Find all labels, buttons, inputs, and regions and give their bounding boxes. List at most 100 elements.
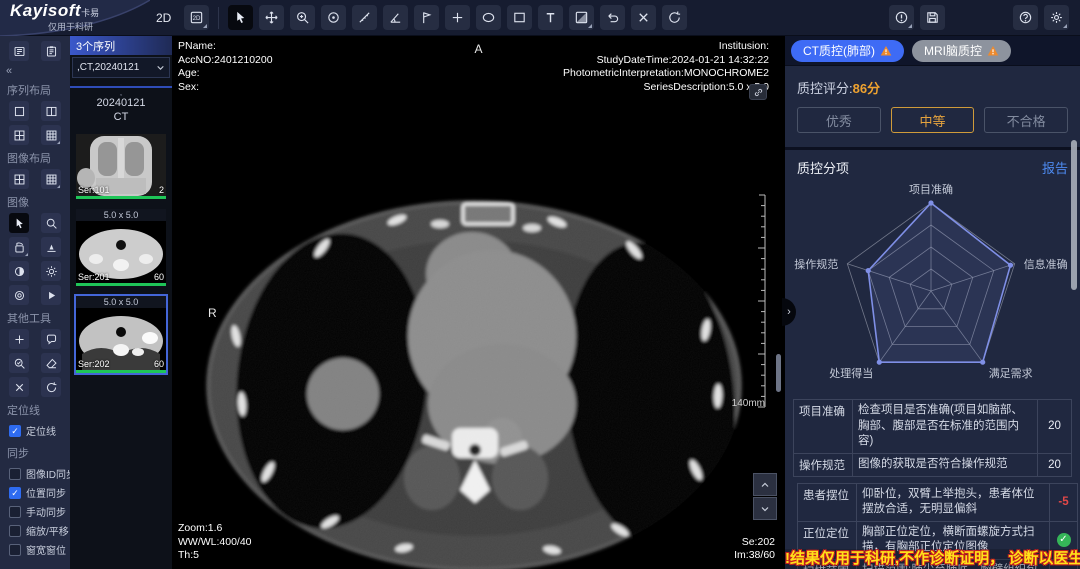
image-layout-2x2[interactable] <box>9 169 29 189</box>
zoom-tool[interactable] <box>290 5 315 30</box>
image-layout-grid[interactable] <box>41 169 61 189</box>
sidebar-top-tools <box>0 36 70 63</box>
grade-button-不合格[interactable]: 不合格 <box>984 107 1068 133</box>
stack-scroll-buttons <box>753 473 777 520</box>
image-flip-tool[interactable] <box>41 237 61 257</box>
radar-axis-label: 信息准确 <box>1024 257 1068 271</box>
undo-icon <box>605 10 620 25</box>
section-tools-0 <box>0 101 70 145</box>
panel-icon <box>13 45 26 58</box>
study-selector[interactable]: ,CT,20240121 <box>72 57 170 78</box>
image-target-tool[interactable] <box>9 285 29 305</box>
checkbox-label: 定位线 <box>26 423 56 438</box>
overlay-line: SeriesDescription:5.0 x 5.0 <box>563 81 769 95</box>
save-tool[interactable] <box>920 5 945 30</box>
rect-tool[interactable] <box>507 5 532 30</box>
thumbnail-series-number: Ser:202 <box>78 359 110 369</box>
angle-tool[interactable] <box>383 5 408 30</box>
flag-tool[interactable] <box>414 5 439 30</box>
subcriteria-desc: 仰卧位，双臂上举抱头，患者体位摆放合适，无明显偏斜 <box>856 484 1049 521</box>
section-tools-2 <box>0 213 70 305</box>
report-toggle[interactable] <box>41 41 61 61</box>
scroll-down-button[interactable] <box>753 497 777 520</box>
series-layout-grid[interactable] <box>41 125 61 145</box>
close-icon <box>636 10 651 25</box>
ruler-tool[interactable] <box>352 5 377 30</box>
eraser-tool[interactable] <box>41 353 61 373</box>
image-cursor-tool[interactable] <box>9 213 29 233</box>
image-cine-play-tool[interactable] <box>41 285 61 305</box>
image-invert-tool[interactable] <box>9 261 29 281</box>
image-rotate-tool[interactable] <box>9 237 29 257</box>
series-thumbnail-Ser-101[interactable]: Ser:1012 <box>74 132 168 201</box>
image-viewport[interactable]: PName:AccNO:2401210200Age:Sex: Institusi… <box>172 36 785 569</box>
cursor-tool[interactable] <box>228 5 253 30</box>
checkbox-位置同步[interactable]: ✓位置同步 <box>0 483 70 502</box>
image-brightness-tool[interactable] <box>41 261 61 281</box>
check-circle-icon: ✓ <box>1057 533 1071 547</box>
box2d-icon: 2D <box>189 10 204 25</box>
qc-scrollbar-thumb[interactable] <box>1071 140 1077 290</box>
ellipse-tool[interactable] <box>476 5 501 30</box>
grade-button-优秀[interactable]: 优秀 <box>797 107 881 133</box>
layout4-icon <box>13 173 26 186</box>
qc-tab-CT质控(肺部)[interactable]: CT质控(肺部) <box>791 40 904 62</box>
series-thumbnail-Ser-201[interactable]: 5.0 x 5.0Ser:20160 <box>74 207 168 288</box>
scroll-up-button[interactable] <box>753 473 777 496</box>
undo-tool[interactable] <box>600 5 625 30</box>
overlay-line: PName: <box>178 40 273 54</box>
save-icon <box>925 10 940 25</box>
ct-axial-image[interactable] <box>172 36 785 569</box>
comment-tool[interactable] <box>41 329 61 349</box>
orientation-marker-anterior: A <box>474 42 482 56</box>
series-layout-2col[interactable] <box>41 101 61 121</box>
radar-axis-label: 满足需求 <box>989 367 1033 380</box>
point-tool[interactable] <box>9 329 29 349</box>
qc-grade-buttons: 优秀中等不合格 <box>785 105 1080 147</box>
ai-search-tool[interactable] <box>9 353 29 373</box>
reset-tool[interactable] <box>662 5 687 30</box>
series-layout-1[interactable] <box>9 101 29 121</box>
image-magnify-tool[interactable] <box>41 213 61 233</box>
stack-scrollbar-thumb[interactable] <box>776 354 781 392</box>
toolbar-tools: 2D <box>181 5 690 30</box>
report-link[interactable]: 报告 <box>1042 158 1068 177</box>
series-thumbnail-Ser-202[interactable]: 5.0 x 5.0Ser:20260 <box>74 294 168 375</box>
checkbox-手动同步[interactable]: ✓手动同步 <box>0 502 70 521</box>
checkbox-图像ID同步[interactable]: ✓图像ID同步 <box>0 464 70 483</box>
delete-tool[interactable] <box>631 5 656 30</box>
window-level-tool[interactable] <box>569 5 594 30</box>
criteria-desc: 检查项目是否准确(项目如脑部、胸部、腹部是否在标准的范围内容) <box>852 400 1037 453</box>
info-tool[interactable] <box>889 5 914 30</box>
qc-criteria-table: 项目准确检查项目是否准确(项目如脑部、胸部、腹部是否在标准的范围内容)20操作规… <box>793 399 1072 477</box>
settings-button[interactable] <box>1044 5 1069 30</box>
help-button[interactable] <box>1013 5 1038 30</box>
overlay-line: PhotometricInterpretation:MONOCHROME2 <box>563 67 769 81</box>
text-tool[interactable] <box>538 5 563 30</box>
qc-tab-MRI脑质控[interactable]: MRI脑质控 <box>912 40 1011 62</box>
series-layout-2x2[interactable] <box>9 125 29 145</box>
thumbnail-loaded-bar <box>76 283 166 286</box>
target-tool[interactable] <box>321 5 346 30</box>
toolbar-right-tools <box>886 5 1080 30</box>
checkbox-label: 位置同步 <box>26 485 66 500</box>
top-toolbar: Kayisoft卡易 仅用于科研 2D 2D <box>0 0 1080 36</box>
layout9-icon <box>45 173 58 186</box>
brand-subtitle: 仅用于科研 <box>48 20 93 33</box>
checkbox-缩放/平移[interactable]: ✓缩放/平移 <box>0 521 70 540</box>
crosshair-tool[interactable] <box>445 5 470 30</box>
radar-chart-svg: 项目准确信息准确满足需求处理得当操作规范 <box>785 179 1073 397</box>
cursor-icon <box>13 217 26 230</box>
plus-icon <box>13 333 26 346</box>
reset-view-tool[interactable] <box>41 377 61 397</box>
checkbox-定位线[interactable]: ✓定位线 <box>0 421 70 440</box>
pan-tool[interactable] <box>259 5 284 30</box>
layout1-icon <box>13 105 26 118</box>
link-series-button[interactable] <box>749 84 767 100</box>
clear-tool[interactable] <box>9 377 29 397</box>
checkbox-窗宽窗位[interactable]: ✓窗宽窗位 <box>0 540 70 559</box>
view-2d-button[interactable]: 2D <box>184 5 209 30</box>
sidebar-collapse-icon[interactable]: « <box>0 63 70 77</box>
worklist-toggle[interactable] <box>9 41 29 61</box>
grade-button-中等[interactable]: 中等 <box>891 107 975 133</box>
